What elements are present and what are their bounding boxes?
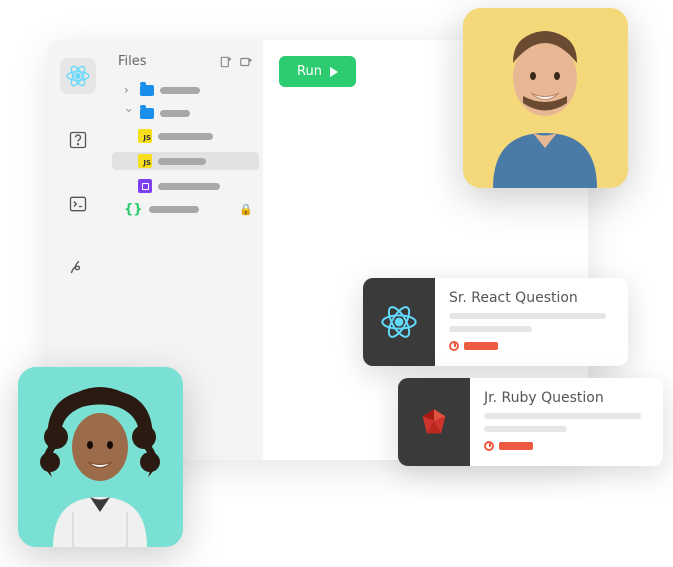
text-placeholder (449, 326, 532, 332)
files-label: Files (118, 54, 147, 69)
text-placeholder (484, 426, 567, 432)
json-icon: {} (124, 202, 143, 217)
css-icon (138, 179, 152, 193)
run-label: Run (297, 64, 322, 79)
play-icon (330, 67, 338, 77)
folder-icon (140, 108, 154, 119)
file-placeholder (149, 206, 199, 213)
run-button[interactable]: Run (279, 56, 356, 87)
folder-row[interactable]: › (118, 83, 253, 97)
file-row[interactable]: JS (118, 129, 253, 143)
file-row-selected[interactable]: JS (112, 152, 259, 170)
card-title: Jr. Ruby Question (484, 390, 649, 406)
lock-icon: 🔒 (239, 203, 253, 216)
file-placeholder (158, 158, 206, 165)
question-card[interactable]: Sr. React Question (363, 278, 628, 366)
react-icon (379, 302, 419, 342)
rail-terminal-icon[interactable] (60, 186, 96, 222)
duration-tag (499, 442, 533, 450)
card-icon-area (398, 378, 470, 466)
file-tree: › › JS JS {} 🔒 (118, 83, 253, 217)
avatar-bottom (18, 367, 183, 547)
clock-icon (449, 341, 459, 351)
file-row[interactable] (118, 179, 253, 193)
question-card[interactable]: Jr. Ruby Question (398, 378, 663, 466)
new-file-icon[interactable] (219, 55, 233, 69)
duration-tag (464, 342, 498, 350)
folder-icon (140, 85, 154, 96)
file-row[interactable]: {} 🔒 (118, 202, 253, 217)
file-placeholder (160, 110, 190, 117)
card-title: Sr. React Question (449, 290, 614, 306)
clock-icon (484, 441, 494, 451)
js-icon: JS (138, 154, 152, 168)
card-icon-area (363, 278, 435, 366)
rail-help-icon[interactable] (60, 122, 96, 158)
file-placeholder (160, 87, 200, 94)
js-icon: JS (138, 129, 152, 143)
file-placeholder (158, 183, 220, 190)
rail-draw-icon[interactable] (60, 250, 96, 286)
rail-react-icon[interactable] (60, 58, 96, 94)
text-placeholder (484, 413, 641, 419)
text-placeholder (449, 313, 606, 319)
new-folder-icon[interactable] (239, 55, 253, 69)
file-placeholder (158, 133, 213, 140)
avatar-top (463, 8, 628, 188)
folder-row[interactable]: › (118, 106, 253, 120)
ruby-icon (417, 405, 451, 439)
